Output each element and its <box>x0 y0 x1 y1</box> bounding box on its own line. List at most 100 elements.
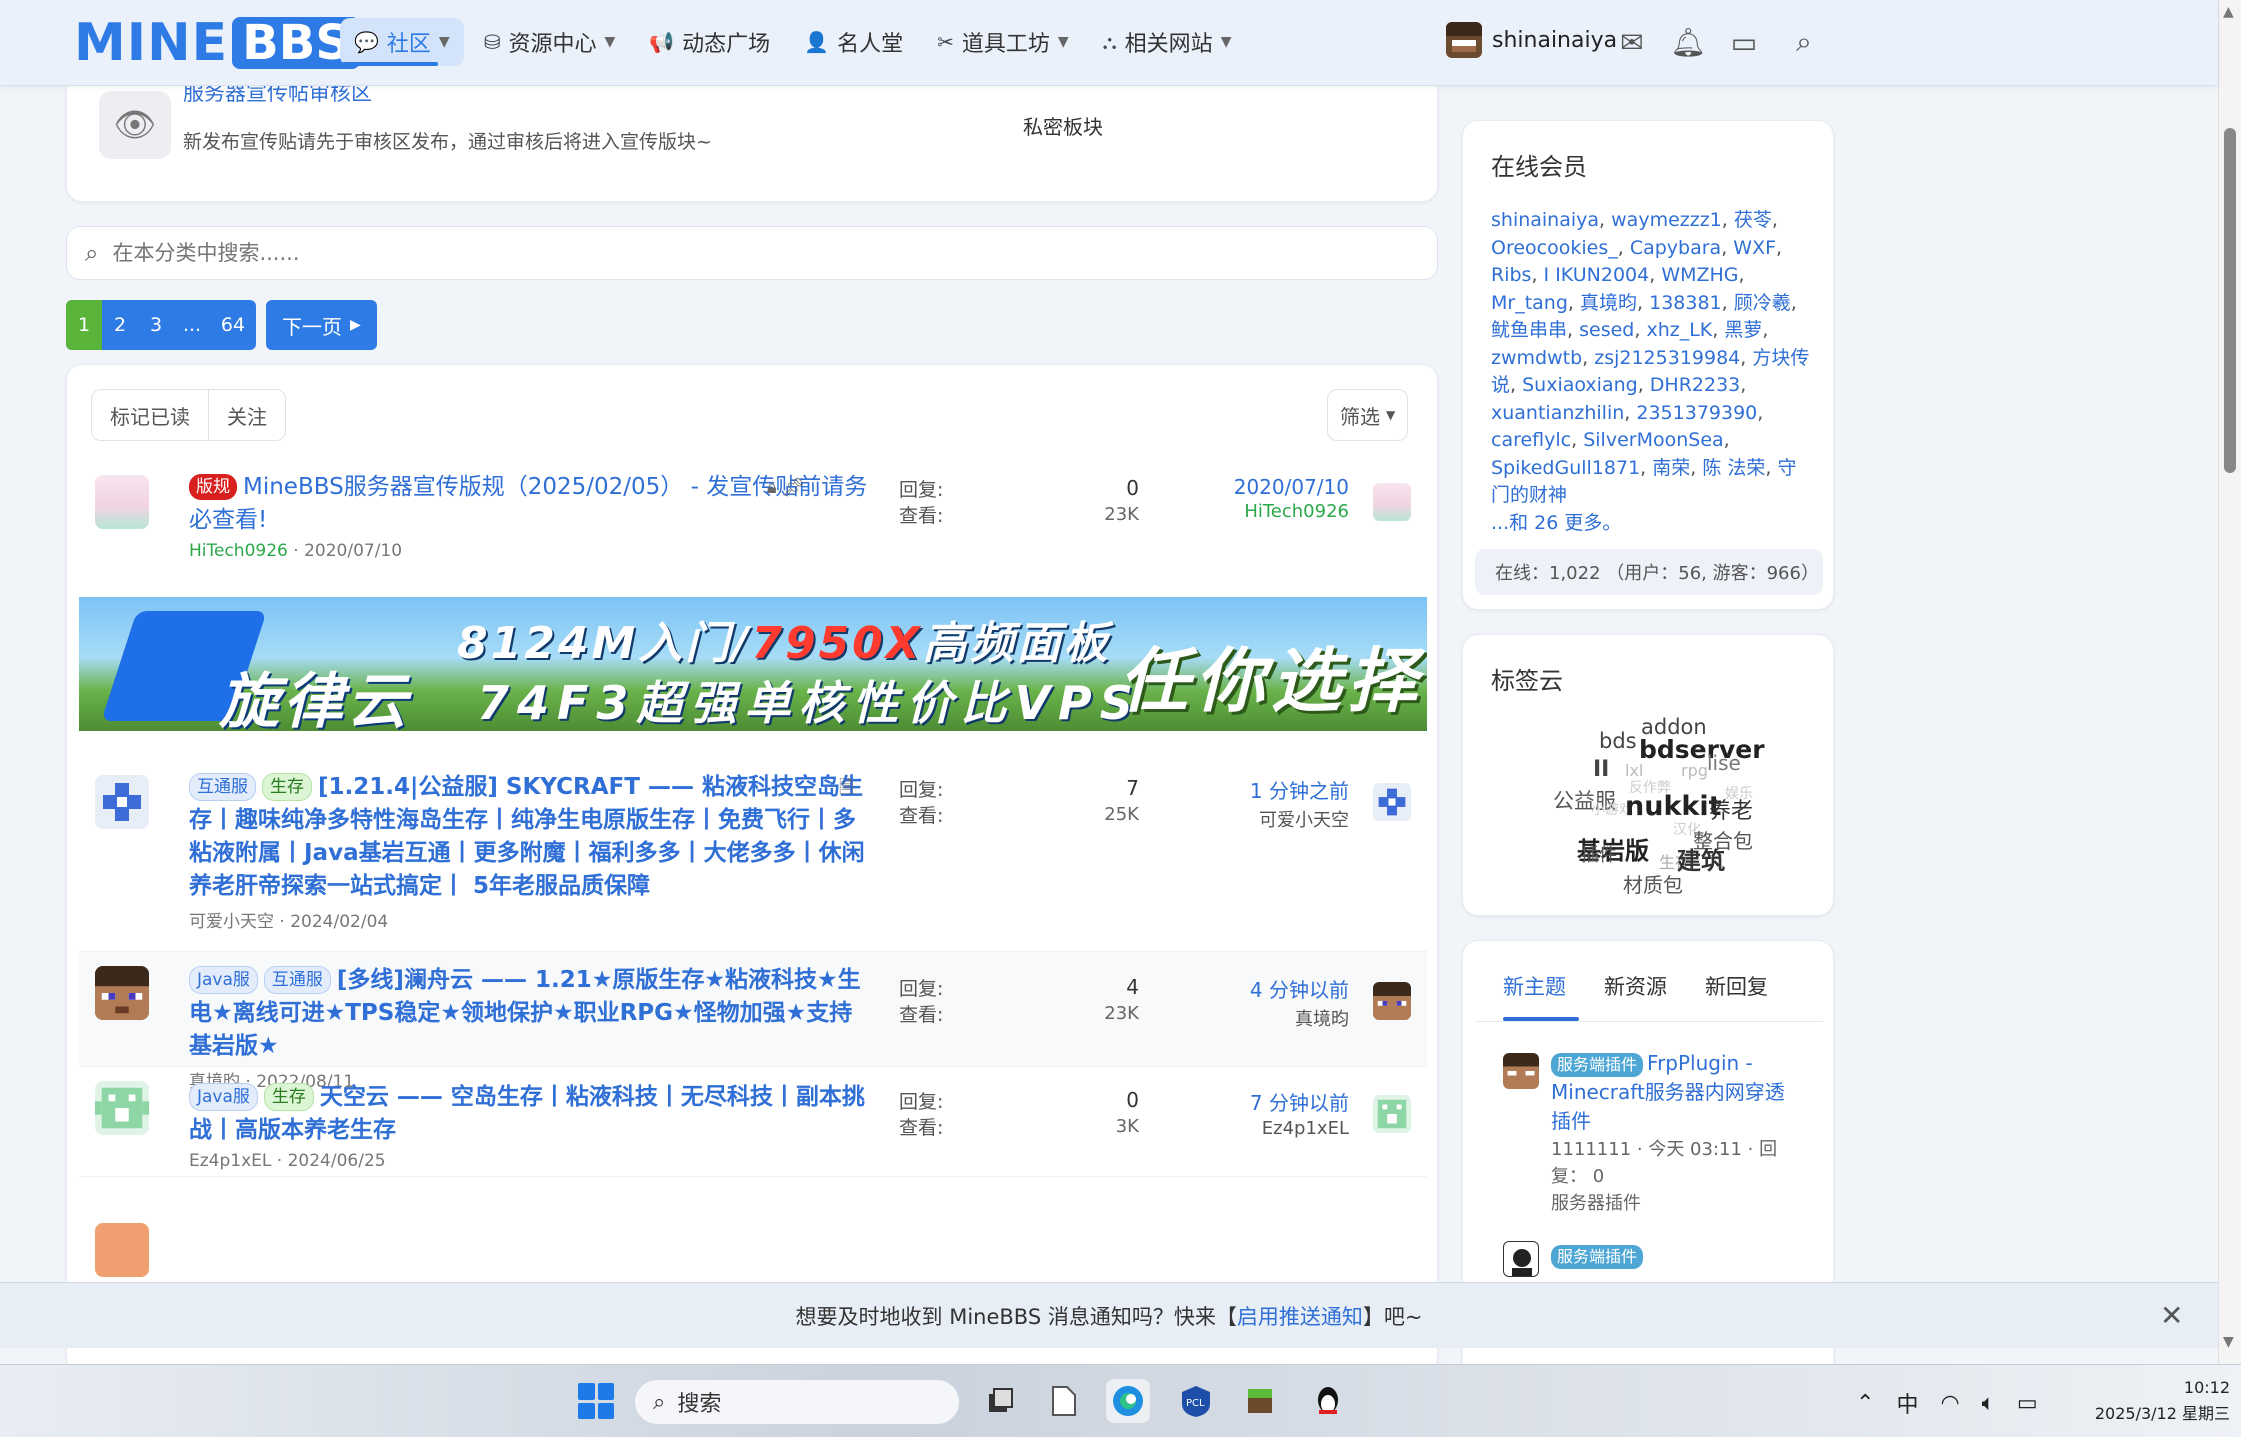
scroll-down-icon[interactable]: ▼ <box>2223 1334 2234 1350</box>
tab-new-replies[interactable]: 新回复 <box>1705 971 1768 1001</box>
online-member-link[interactable]: 陈 法荣 <box>1702 457 1765 479</box>
online-member-link[interactable]: 138381 <box>1649 292 1722 314</box>
online-member-link[interactable]: Mr_tang <box>1491 292 1568 314</box>
inbox-icon[interactable]: ✉ <box>1614 24 1650 60</box>
online-member-link[interactable]: SpikedGull1871 <box>1491 457 1640 479</box>
online-member-link[interactable]: 2351379390 <box>1636 402 1757 424</box>
task-view-icon[interactable] <box>978 1379 1022 1423</box>
qq-icon[interactable] <box>1306 1379 1350 1423</box>
page-scrollbar[interactable]: ▲ ▼ <box>2218 0 2241 1370</box>
ime-indicator[interactable]: 中 <box>1896 1387 1918 1419</box>
follow-button[interactable]: 关注 <box>208 390 285 440</box>
avatar[interactable] <box>1373 982 1411 1020</box>
nav-related-sites[interactable]: ⛬ 相关网站 ▼ <box>1089 18 1246 66</box>
online-member-link[interactable]: I IKUN2004 <box>1544 264 1650 286</box>
page-2[interactable]: 2 <box>102 300 138 350</box>
online-member-link[interactable]: zwmdwtb <box>1491 347 1582 369</box>
avatar[interactable] <box>95 475 149 529</box>
online-member-link[interactable]: 茯苓 <box>1734 209 1772 231</box>
volume-icon[interactable]: 🔈︎ <box>1982 1391 1995 1416</box>
avatar[interactable] <box>95 1081 149 1135</box>
avatar[interactable] <box>95 1223 149 1277</box>
online-member-link[interactable]: waymezzz1 <box>1611 209 1722 231</box>
tag[interactable]: bds <box>1599 729 1637 753</box>
online-member-link[interactable]: Suxiaoxiang <box>1522 374 1638 396</box>
close-icon[interactable]: ✕ <box>2160 1299 2183 1332</box>
online-member-link[interactable]: SilverMoonSea <box>1583 429 1723 451</box>
avatar[interactable] <box>95 775 149 829</box>
online-member-link[interactable]: 顾冷羲 <box>1734 292 1791 314</box>
mark-read-button[interactable]: 标记已读 <box>92 390 208 440</box>
page-ellipsis[interactable]: ... <box>174 300 210 350</box>
next-page-button[interactable]: 下一页 ▶ <box>266 300 377 350</box>
filter-button[interactable]: 筛选 ▼ <box>1327 389 1409 441</box>
tag[interactable]: 建筑 <box>1677 841 1725 876</box>
tag[interactable]: II <box>1593 757 1609 782</box>
avatar[interactable] <box>1373 483 1411 521</box>
online-member-link[interactable]: xhz_LK <box>1646 319 1712 341</box>
tab-new-threads[interactable]: 新主题 <box>1503 971 1566 1001</box>
scroll-thumb[interactable] <box>2224 128 2236 473</box>
system-clock[interactable]: 10:12 2025/3/12 星期三 <box>2070 1375 2230 1427</box>
avatar[interactable] <box>1373 783 1411 821</box>
tag[interactable]: 插件 <box>1581 841 1617 867</box>
ad-banner[interactable]: 旋律云 8124M入门/7950X高频面板 74F3超强单核性价比VPS 任你选… <box>79 597 1427 731</box>
battery-icon[interactable]: ▭ <box>2017 1391 2038 1416</box>
scroll-up-icon[interactable]: ▲ <box>2223 4 2234 20</box>
online-member-link[interactable]: xuantianzhilin <box>1491 402 1624 424</box>
tag[interactable]: 娱乐 <box>1725 783 1753 803</box>
online-member-link[interactable]: zsj2125319984 <box>1594 347 1740 369</box>
avatar[interactable] <box>95 966 149 1020</box>
chevron-down-icon: ▼ <box>438 34 450 50</box>
search-icon[interactable]: ⌕ <box>1786 24 1822 60</box>
online-member-link[interactable]: WXF <box>1733 237 1776 259</box>
page-last[interactable]: 64 <box>210 300 256 350</box>
avatar[interactable] <box>1503 1241 1539 1277</box>
online-member-link[interactable]: shinainaiya <box>1491 209 1599 231</box>
category-search-input[interactable] <box>112 241 1313 265</box>
tag[interactable]: rpg <box>1681 761 1708 780</box>
more-members-link[interactable]: ...和 26 更多。 <box>1491 510 1811 538</box>
thread-title[interactable]: Java服 生存 天空云 —— 空岛生存丨粘液科技丨无尽科技丨副本挑战丨高版本养老生… <box>189 1081 869 1147</box>
online-member-link[interactable]: Oreocookies_ <box>1491 237 1618 259</box>
tag[interactable]: bdserver <box>1639 735 1765 764</box>
edge-browser-icon[interactable] <box>1106 1379 1150 1423</box>
online-member-link[interactable]: Ribs <box>1491 264 1531 286</box>
online-member-link[interactable]: 黑萝 <box>1724 319 1762 341</box>
online-member-link[interactable]: DHR2233 <box>1650 374 1740 396</box>
nav-feed[interactable]: 📢 动态广场 <box>635 18 784 66</box>
file-icon[interactable] <box>1042 1379 1086 1423</box>
chevron-up-icon[interactable]: ⌃ <box>1856 1391 1874 1416</box>
page-3[interactable]: 3 <box>138 300 174 350</box>
online-member-link[interactable]: careflylc <box>1491 429 1571 451</box>
online-member-link[interactable]: WMZHG <box>1661 264 1738 286</box>
enable-push-link[interactable]: 启用推送通知 <box>1237 1301 1363 1331</box>
user-menu[interactable]: shinainaiya <box>1446 22 1617 58</box>
online-member-link[interactable]: sesed <box>1579 319 1634 341</box>
wallet-icon[interactable]: ▭ <box>1726 24 1762 60</box>
avatar[interactable] <box>1373 1095 1411 1133</box>
online-member-link[interactable]: 鱿鱼串串 <box>1491 319 1567 341</box>
online-member-link[interactable]: Capybara <box>1630 237 1721 259</box>
nav-tools[interactable]: ✂ 道具工坊 ▼ <box>923 18 1083 66</box>
tag[interactable]: 材质包 <box>1623 869 1683 898</box>
nav-resources[interactable]: ⛁ 资源中心 ▼ <box>470 18 630 66</box>
nav-hall-of-fame[interactable]: 👤 名人堂 <box>790 18 917 66</box>
windows-start-icon[interactable] <box>578 1383 614 1419</box>
thread-title[interactable]: 互通服 生存 [1.21.4|公益服] SKYCRAFT —— 粘液科技空岛生存丨趣… <box>189 771 869 903</box>
pcl-launcher-icon[interactable]: PCL <box>1174 1379 1218 1423</box>
tag[interactable]: nukkit <box>1625 791 1722 822</box>
thread-title[interactable]: Java服 互通服 [多线]澜舟云 —— 1.21★原版生存★粘液科技★生电★离线可… <box>189 964 869 1063</box>
tag[interactable]: lise <box>1707 751 1741 775</box>
online-member-link[interactable]: 真境昀 <box>1580 292 1637 314</box>
avatar[interactable] <box>1503 1053 1539 1089</box>
bell-icon[interactable]: 🔔︎ <box>1670 24 1706 60</box>
minebbs-logo[interactable]: MINE BBS <box>74 13 360 73</box>
nav-community[interactable]: 💬 社区 ▼ <box>340 18 464 66</box>
tab-new-resources[interactable]: 新资源 <box>1604 971 1667 1001</box>
online-member-link[interactable]: 南荣 <box>1652 457 1690 479</box>
wifi-icon[interactable]: ◠ <box>1940 1391 1959 1416</box>
minecraft-icon[interactable] <box>1238 1379 1282 1423</box>
page-1[interactable]: 1 <box>66 300 102 350</box>
taskbar-search[interactable]: ⌕ 搜索 <box>634 1379 960 1425</box>
